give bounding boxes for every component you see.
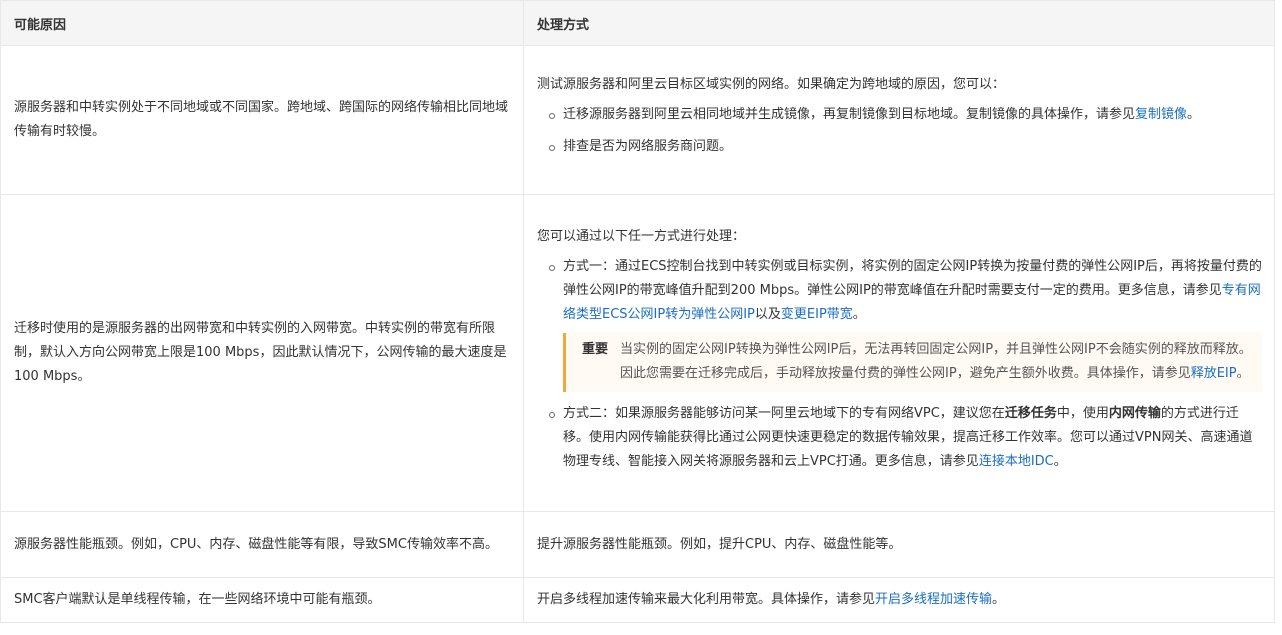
cause-cell: SMC客户端默认是单线程传输，在一些网络环境中可能有瓶颈。 [0,577,524,623]
list-item: 方式一：通过ECS控制台找到中转实例或目标实例，将实例的固定公网IP转换为按量付… [549,255,1262,392]
multithread-link[interactable]: 开启多线程加速传输 [875,592,992,607]
release-eip-link[interactable]: 释放EIP [1191,366,1237,381]
cause-cell: 源服务器和中转实例处于不同地域或不同国家。跨地域、跨国际的网络传输相比同地域传输… [0,45,524,195]
solution-text: 开启多线程加速传输来最大化利用带宽。具体操作，请参见开启多线程加速传输。 [537,592,1006,607]
solution-intro: 测试源服务器和阿里云目标区域实例的网络。如果确定为跨地域的原因，您可以： [537,77,1006,92]
cause-text: 迁移时使用的是源服务器的出网带宽和中转实例的入网带宽。中转实例的带宽有所限制，默… [14,321,507,384]
header-solution: 处理方式 [523,0,1275,46]
list-item: 排查是否为网络服务商问题。 [549,135,1262,159]
change-eip-bandwidth-link[interactable]: 变更EIP带宽 [781,307,853,322]
table-row: SMC客户端默认是单线程传输，在一些网络环境中可能有瓶颈。 开启多线程加速传输来… [0,577,1275,623]
table-header-row: 可能原因 处理方式 [0,0,1275,46]
cause-cell: 迁移时使用的是源服务器的出网带宽和中转实例的入网带宽。中转实例的带宽有所限制，默… [0,194,524,512]
solution-cell: 提升源服务器性能瓶颈。例如，提升CPU、内存、磁盘性能等。 [523,511,1275,578]
solution-cell: 开启多线程加速传输来最大化利用带宽。具体操作，请参见开启多线程加速传输。 [523,577,1275,623]
cause-text: 源服务器和中转实例处于不同地域或不同国家。跨地域、跨国际的网络传输相比同地域传输… [14,100,509,139]
solution-cell: 测试源服务器和阿里云目标区域实例的网络。如果确定为跨地域的原因，您可以： 迁移源… [523,45,1275,195]
troubleshooting-table: 可能原因 处理方式 源服务器和中转实例处于不同地域或不同国家。跨地域、跨国际的网… [0,0,1275,623]
note-title: 重要 [582,341,609,357]
list-item: 迁移源服务器到阿里云相同地域并生成镜像，再复制镜像到目标地域。复制镜像的具体操作… [549,103,1262,127]
table-row: 源服务器和中转实例处于不同地域或不同国家。跨地域、跨国际的网络传输相比同地域传输… [0,45,1275,195]
solution-text: 提升源服务器性能瓶颈。例如，提升CPU、内存、磁盘性能等。 [537,536,902,552]
header-cause: 可能原因 [0,0,524,46]
solution-cell: 您可以通过以下任一方式进行处理： 方式一：通过ECS控制台找到中转实例或目标实例… [523,194,1275,512]
list-item: 方式二：如果源服务器能够访问某一阿里云地域下的专有网络VPC，建议您在迁移任务中… [549,402,1262,474]
cause-text: SMC客户端默认是单线程传输，在一些网络环境中可能有瓶颈。 [14,592,381,607]
solution-intro: 您可以通过以下任一方式进行处理： [537,228,746,244]
connect-idc-link[interactable]: 连接本地IDC [979,454,1054,469]
solution-list: 迁移源服务器到阿里云相同地域并生成镜像，再复制镜像到目标地域。复制镜像的具体操作… [537,103,1262,159]
cause-cell: 源服务器性能瓶颈。例如，CPU、内存、磁盘性能等有限，导致SMC传输效率不高。 [0,511,524,578]
table-row: 迁移时使用的是源服务器的出网带宽和中转实例的入网带宽。中转实例的带宽有所限制，默… [0,194,1275,512]
cause-text: 源服务器性能瓶颈。例如，CPU、内存、磁盘性能等有限，导致SMC传输效率不高。 [14,536,498,552]
copy-image-link[interactable]: 复制镜像 [1135,107,1187,122]
important-note: 重要 当实例的固定公网IP转换为弹性公网IP后，无法再转回固定公网IP，并且弹性… [563,332,1262,392]
table-row: 源服务器性能瓶颈。例如，CPU、内存、磁盘性能等有限，导致SMC传输效率不高。 … [0,511,1275,578]
solution-list: 方式一：通过ECS控制台找到中转实例或目标实例，将实例的固定公网IP转换为按量付… [537,255,1262,474]
note-body: 当实例的固定公网IP转换为弹性公网IP后，无法再转回固定公网IP，并且弹性公网I… [620,341,1252,381]
